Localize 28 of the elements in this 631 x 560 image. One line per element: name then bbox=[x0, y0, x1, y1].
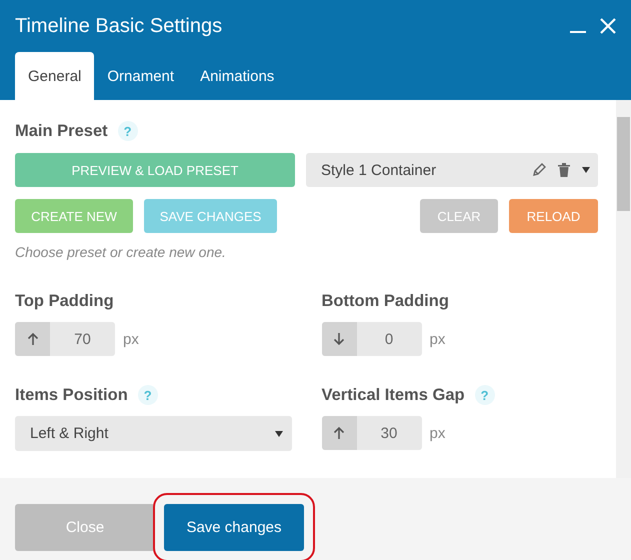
tab[interactable]: Animations bbox=[187, 52, 288, 100]
field-label: Bottom Padding bbox=[322, 292, 449, 310]
caret-icon bbox=[274, 430, 282, 436]
number-field[interactable]: 30 bbox=[322, 416, 422, 450]
caret-icon bbox=[582, 167, 590, 173]
number-field[interactable]: 70 bbox=[15, 322, 115, 356]
number-field[interactable]: 0 bbox=[322, 322, 422, 356]
section-label: Main Preset bbox=[15, 122, 108, 140]
unit-label: px bbox=[430, 330, 446, 348]
unit-label: px bbox=[123, 330, 139, 348]
pencil-icon[interactable] bbox=[532, 163, 546, 177]
tab[interactable]: Ornament bbox=[94, 52, 188, 100]
unit-label: px bbox=[430, 424, 446, 442]
field-label: Top Padding bbox=[15, 292, 114, 310]
hint-text: Choose preset or create new one. bbox=[15, 244, 227, 262]
field-label: Items Position bbox=[15, 386, 128, 404]
close-icon[interactable] bbox=[600, 18, 616, 34]
window-title: Timeline Basic Settings bbox=[15, 14, 224, 38]
tab[interactable]: General bbox=[15, 52, 94, 100]
arrow-icon bbox=[332, 332, 346, 346]
trash-icon[interactable] bbox=[558, 163, 570, 177]
arrow-icon bbox=[332, 426, 346, 440]
preset-select[interactable]: Style 1 Container bbox=[306, 153, 598, 187]
arrow-icon bbox=[26, 332, 40, 346]
select-field[interactable]: Left & Right bbox=[15, 416, 292, 451]
scrollbar[interactable] bbox=[616, 100, 631, 478]
field-label: Vertical Items Gap bbox=[322, 386, 465, 404]
save-button[interactable]: Save changes bbox=[164, 504, 304, 551]
